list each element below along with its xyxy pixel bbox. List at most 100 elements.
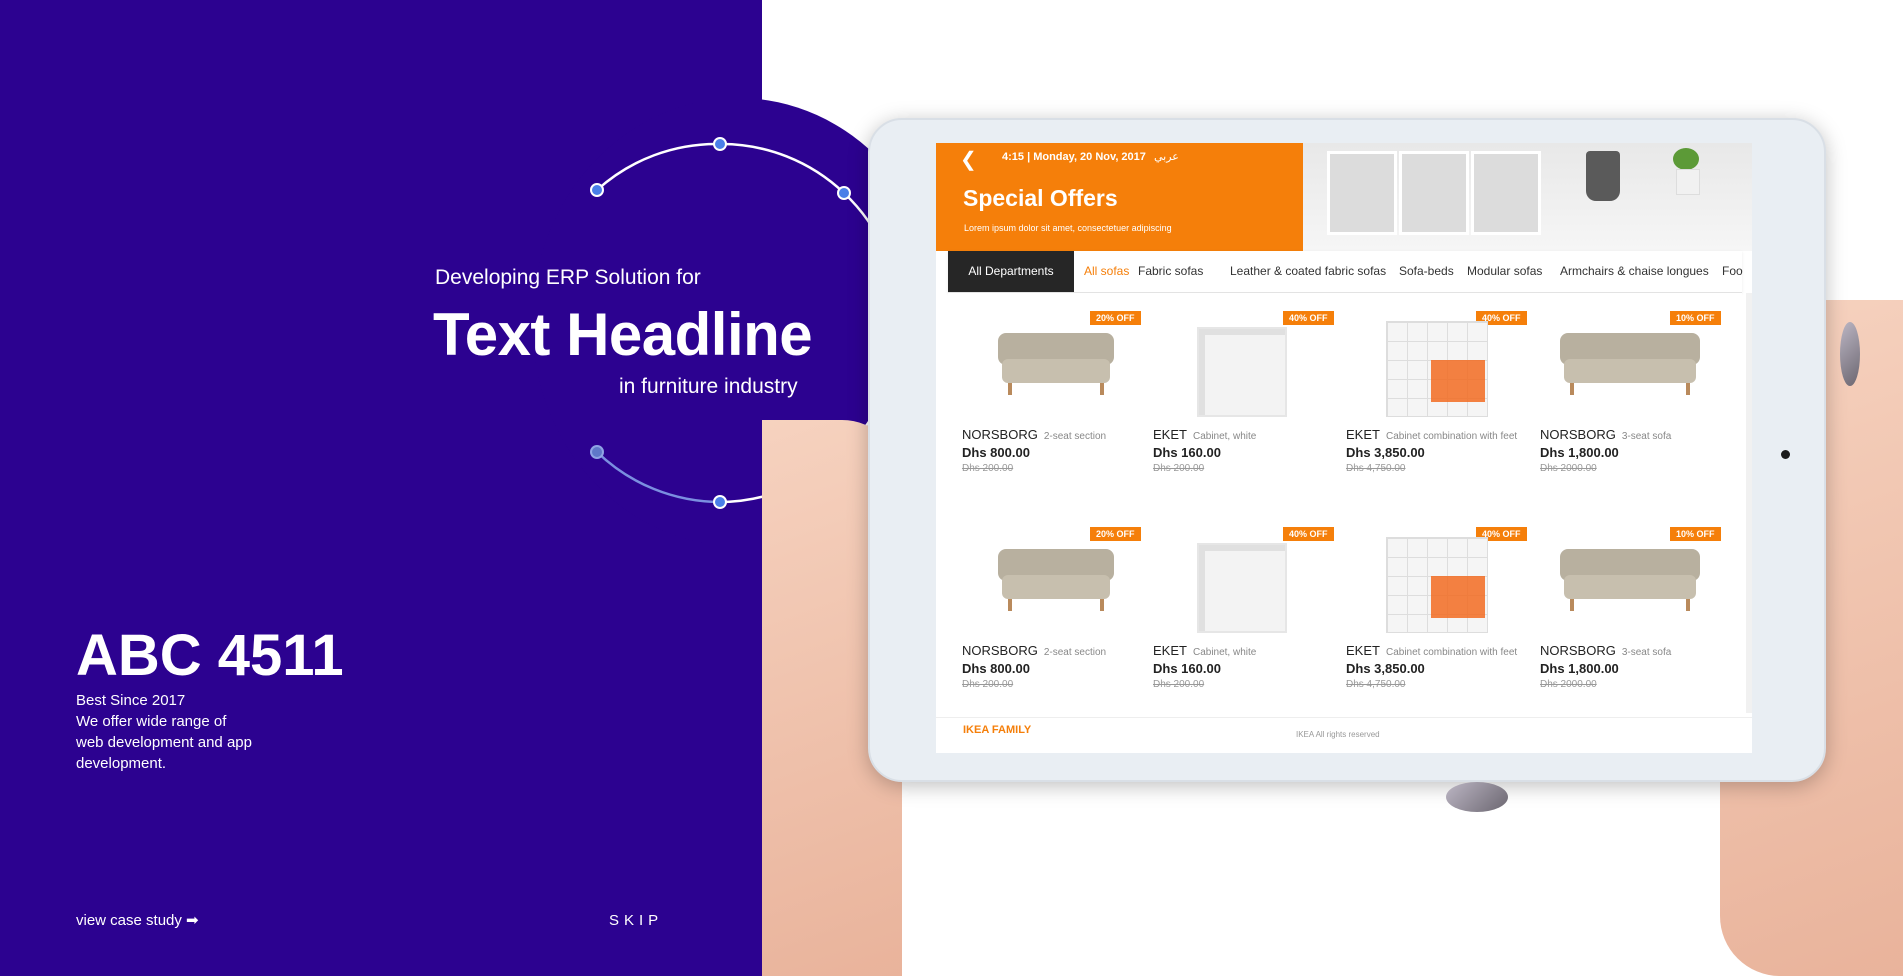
tab-foo[interactable]: Foo — [1722, 251, 1743, 292]
shelf-image — [1386, 321, 1488, 417]
product-name: EKET Cabinet combination with feet — [1346, 643, 1517, 658]
sofa-leg — [1100, 599, 1104, 611]
sofa-leg — [1686, 383, 1690, 395]
discount-badge: 10% OFF — [1670, 527, 1721, 541]
product-card[interactable]: 40% OFF EKET Cabinet combination with fee… — [1346, 305, 1536, 501]
cabinet-image — [1197, 327, 1287, 417]
product-card[interactable]: 40% OFF EKET Cabinet, white Dhs 160.00 Dh… — [1153, 521, 1343, 717]
sofa-image — [998, 549, 1114, 613]
product-old-price: Dhs 2000.00 — [1540, 463, 1597, 474]
cabinet-image — [1197, 543, 1287, 633]
product-old-price: Dhs 200.00 — [1153, 463, 1205, 474]
product-price: Dhs 800.00 — [962, 661, 1030, 676]
brand-description: Best Since 2017 We offer wide range of w… — [76, 690, 296, 774]
product-name-text: EKET — [1153, 643, 1187, 658]
brand-name: ABC 4511 — [76, 623, 344, 688]
sofa-seat — [1564, 359, 1696, 383]
sofa-leg — [1686, 599, 1690, 611]
product-desc: 2-seat section — [1043, 647, 1107, 658]
product-name: EKET Cabinet combination with feet — [1346, 427, 1517, 442]
product-desc: 2-seat section — [1043, 431, 1107, 442]
product-card[interactable]: 20% OFF NORSBORG 2-seat section Dhs 800.0… — [962, 305, 1152, 501]
product-price: Dhs 3,850.00 — [1346, 445, 1425, 460]
product-name-text: EKET — [1346, 643, 1380, 658]
sofa-image — [998, 333, 1114, 397]
product-name-text: NORSBORG — [962, 643, 1038, 658]
tab-leather-sofas[interactable]: Leather & coated fabric sofas — [1230, 251, 1386, 292]
sofa-seat — [1564, 575, 1696, 599]
skip-button[interactable]: SKIP — [609, 912, 663, 929]
product-old-price: Dhs 200.00 — [962, 463, 1014, 474]
product-old-price: Dhs 4,750.00 — [1346, 463, 1406, 474]
language-toggle[interactable]: عربي — [1154, 150, 1179, 163]
tab-fabric-sofas[interactable]: Fabric sofas — [1138, 251, 1203, 292]
tab-sofa-beds[interactable]: Sofa-beds — [1399, 251, 1454, 292]
product-old-price: Dhs 200.00 — [962, 679, 1014, 690]
tab-all-sofas[interactable]: All sofas — [1084, 251, 1129, 292]
scrollbar[interactable] — [1746, 293, 1752, 713]
product-desc: Cabinet, white — [1192, 647, 1257, 658]
product-name: NORSBORG 2-seat section — [962, 643, 1106, 658]
product-desc: Cabinet combination with feet — [1385, 431, 1518, 442]
product-card[interactable]: 40% OFF EKET Cabinet, white Dhs 160.00 Dh… — [1153, 305, 1343, 501]
product-name: EKET Cabinet, white — [1153, 427, 1256, 442]
chevron-left-icon[interactable]: ❮ — [960, 147, 977, 172]
tablet-screen: ❮ 4:15 | Monday, 20 Nov, 2017 عربي Speci… — [936, 143, 1752, 753]
offers-subtitle: Lorem ipsum dolor sit amet, consectetuer… — [964, 223, 1172, 233]
product-old-price: Dhs 4,750.00 — [1346, 679, 1406, 690]
footer-copyright: IKEA All rights reserved — [1296, 730, 1380, 739]
tab-armchairs[interactable]: Armchairs & chaise longues — [1560, 251, 1709, 292]
view-case-study-link[interactable]: view case study ➡ — [76, 911, 199, 929]
product-name-text: NORSBORG — [1540, 427, 1616, 442]
product-card[interactable]: 10% OFF NORSBORG 3-seat sofa Dhs 1,800.00… — [1540, 305, 1730, 501]
window-pane — [1471, 151, 1541, 235]
product-name: NORSBORG 3-seat sofa — [1540, 427, 1671, 442]
product-price: Dhs 1,800.00 — [1540, 445, 1619, 460]
brand-desc-line: We offer wide range of — [76, 713, 227, 730]
product-name: EKET Cabinet, white — [1153, 643, 1256, 658]
ikea-family-logo: IKEA FAMILY — [963, 724, 1032, 736]
sofa-seat — [1002, 359, 1110, 383]
product-name-text: EKET — [1346, 427, 1380, 442]
product-card[interactable]: 20% OFF NORSBORG 2-seat section Dhs 800.0… — [962, 521, 1152, 717]
offers-banner: ❮ 4:15 | Monday, 20 Nov, 2017 عربي Speci… — [936, 143, 1303, 251]
product-card[interactable]: 10% OFF NORSBORG 3-seat sofa Dhs 1,800.00… — [1540, 521, 1730, 717]
brand-desc-line: development. — [76, 755, 167, 772]
tab-all-departments[interactable]: All Departments — [948, 251, 1074, 292]
product-desc: 3-seat sofa — [1621, 647, 1672, 658]
finger-nail — [1446, 782, 1508, 812]
product-desc: 3-seat sofa — [1621, 431, 1672, 442]
shelf-orange — [1431, 360, 1485, 402]
sofa-leg — [1570, 599, 1574, 611]
category-tabs: All Departments All sofas Fabric sofas L… — [948, 251, 1743, 293]
discount-badge: 10% OFF — [1670, 311, 1721, 325]
product-old-price: Dhs 2000.00 — [1540, 679, 1597, 690]
hero-headline: Text Headline — [433, 301, 813, 368]
discount-badge: 20% OFF — [1090, 311, 1141, 325]
brand-desc-line: Best Since 2017 — [76, 692, 186, 709]
sofa-leg — [1008, 599, 1012, 611]
product-price: Dhs 1,800.00 — [1540, 661, 1619, 676]
app-footer: IKEA FAMILY IKEA All rights reserved — [936, 717, 1752, 753]
product-name-text: NORSBORG — [1540, 643, 1616, 658]
product-name-text: EKET — [1153, 427, 1187, 442]
discount-badge: 40% OFF — [1283, 527, 1334, 541]
offers-title: Special Offers — [963, 185, 1118, 211]
product-desc: Cabinet combination with feet — [1385, 647, 1518, 658]
product-card[interactable]: 40% OFF EKET Cabinet combination with fee… — [1346, 521, 1536, 717]
sofa-seat — [1002, 575, 1110, 599]
product-name-text: NORSBORG — [962, 427, 1038, 442]
plant-decor — [1673, 148, 1699, 170]
sofa-leg — [1570, 383, 1574, 395]
camera-dot — [1781, 450, 1790, 459]
product-grid: 20% OFF NORSBORG 2-seat section Dhs 800.0… — [948, 293, 1742, 697]
discount-badge: 40% OFF — [1283, 311, 1334, 325]
product-name: NORSBORG 3-seat sofa — [1540, 643, 1671, 658]
window-pane — [1399, 151, 1469, 235]
sofa-leg — [1008, 383, 1012, 395]
jug-decor — [1586, 151, 1620, 201]
tab-modular-sofas[interactable]: Modular sofas — [1467, 251, 1542, 292]
product-price: Dhs 800.00 — [962, 445, 1030, 460]
status-datetime: 4:15 | Monday, 20 Nov, 2017 — [1002, 151, 1146, 163]
product-price: Dhs 160.00 — [1153, 661, 1221, 676]
